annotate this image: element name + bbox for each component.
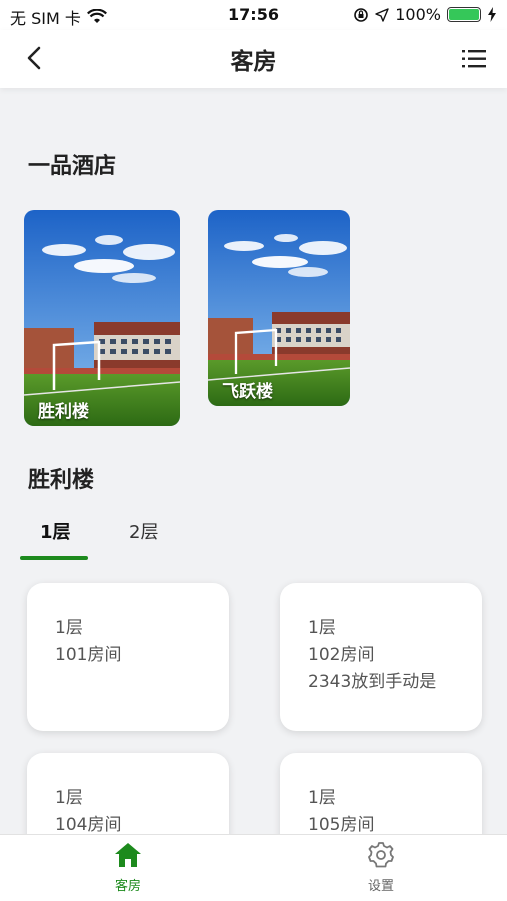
- gear-icon: [368, 842, 394, 868]
- room-card[interactable]: 1层 101房间: [27, 583, 229, 731]
- tabbar-item-settings[interactable]: 设置: [321, 841, 441, 894]
- battery-percent: 100%: [395, 5, 441, 24]
- section-title: 胜利楼: [28, 468, 95, 493]
- page-title: 客房: [230, 49, 277, 75]
- tabbar-label: 设置: [367, 879, 394, 894]
- home-icon: [115, 843, 141, 867]
- building-card-shengli[interactable]: 胜利楼: [24, 210, 180, 426]
- building-label: 飞跃楼: [222, 382, 273, 402]
- status-right: 100%: [353, 5, 497, 24]
- building-label: 胜利楼: [38, 402, 89, 422]
- building-card-feiyue[interactable]: 飞跃楼: [208, 210, 350, 406]
- room-name: 104房间: [55, 815, 122, 835]
- room-name: 102房间: [308, 645, 375, 665]
- room-name: 105房间: [308, 815, 375, 835]
- room-floor: 1层: [55, 618, 83, 638]
- bottom-tab-bar: 客房 设置: [0, 834, 507, 901]
- battery-fill: [449, 9, 479, 20]
- room-note: 2343放到手动是: [308, 672, 437, 692]
- tab-floor-1[interactable]: 1层: [40, 518, 71, 544]
- lock-rotation-icon: [354, 7, 369, 22]
- charging-icon: [488, 7, 496, 22]
- tabbar-label: 客房: [114, 879, 141, 894]
- tabbar-item-rooms[interactable]: 客房: [68, 841, 188, 894]
- room-name: 101房间: [55, 645, 122, 665]
- tab-floor-2[interactable]: 2层: [129, 518, 158, 544]
- battery-icon: [447, 7, 481, 22]
- room-card[interactable]: 1层 102房间 2343放到手动是: [280, 583, 482, 731]
- nav-bar: 客房: [0, 30, 507, 88]
- room-floor: 1层: [308, 618, 336, 638]
- list-menu-icon[interactable]: [459, 44, 489, 74]
- room-floor: 1层: [55, 788, 83, 808]
- location-icon: [375, 7, 389, 22]
- active-tab-indicator: [20, 556, 88, 560]
- room-floor: 1层: [308, 788, 336, 808]
- building-photo: [24, 210, 180, 426]
- status-bar: 无 SIM 卡 17:56 100%: [0, 0, 507, 30]
- hotel-name: 一品酒店: [28, 154, 117, 179]
